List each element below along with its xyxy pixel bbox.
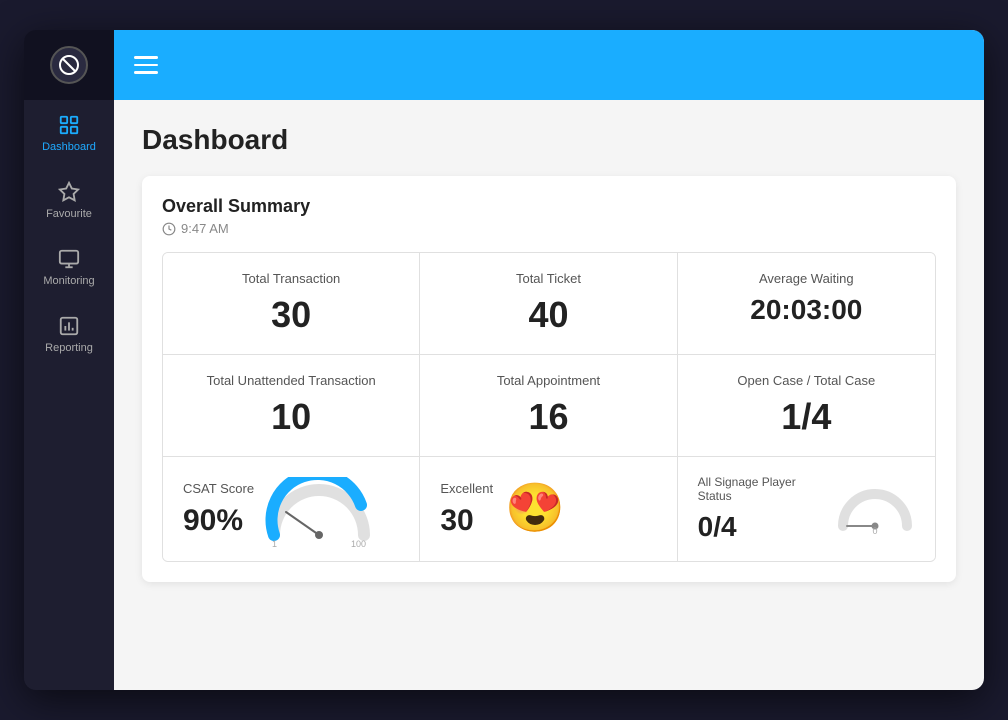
sidebar: Dashboard Favourite Monitoring Repo: [24, 30, 114, 690]
page-content: Dashboard Overall Summary 9:47 AM: [114, 100, 984, 690]
summary-header: Overall Summary 9:47 AM: [162, 196, 936, 236]
stat-label-opencase: Open Case / Total Case: [698, 373, 915, 388]
stat-label-appointment: Total Appointment: [440, 373, 656, 388]
screen-wrapper: Dashboard Favourite Monitoring Repo: [24, 30, 984, 690]
stat-unattended: Total Unattended Transaction 10: [163, 355, 420, 457]
signage-gauge-min: 0: [872, 526, 877, 536]
page-title: Dashboard: [142, 124, 956, 156]
summary-title: Overall Summary: [162, 196, 936, 217]
clock-icon: [162, 222, 176, 236]
logo-icon: [50, 46, 88, 84]
stat-label-ticket: Total Ticket: [440, 271, 656, 286]
menu-button[interactable]: [134, 56, 158, 74]
excellent-label: Excellent: [440, 481, 493, 496]
stat-label-unattended: Total Unattended Transaction: [183, 373, 399, 388]
sidebar-monitoring-label: Monitoring: [43, 275, 94, 287]
sidebar-logo: [24, 30, 114, 100]
signage-label: All Signage Player Status: [698, 475, 825, 503]
stat-excellent: Excellent 30 😍: [420, 457, 677, 561]
stat-value-appointment: 16: [440, 396, 656, 438]
sidebar-item-favourite[interactable]: Favourite: [24, 167, 114, 234]
sidebar-item-monitoring[interactable]: Monitoring: [24, 234, 114, 301]
stat-total-transaction: Total Transaction 30: [163, 253, 420, 355]
stat-value-opencase: 1/4: [698, 396, 915, 438]
stat-appointment: Total Appointment 16: [420, 355, 677, 457]
stat-label-transaction: Total Transaction: [183, 271, 399, 286]
stat-value-unattended: 10: [183, 396, 399, 438]
excellent-value: 30: [440, 504, 493, 538]
stat-value-ticket: 40: [440, 294, 656, 336]
stat-average-waiting: Average Waiting 20:03:00: [678, 253, 935, 355]
sidebar-dashboard-label: Dashboard: [42, 141, 96, 153]
sidebar-item-dashboard[interactable]: Dashboard: [24, 100, 114, 167]
signage-value: 0/4: [698, 511, 825, 543]
sidebar-reporting-label: Reporting: [45, 342, 93, 354]
csat-gauge: 1 100: [264, 477, 374, 542]
summary-card: Overall Summary 9:47 AM Total Transactio…: [142, 176, 956, 582]
excellent-emoji: 😍: [505, 485, 565, 533]
csat-value: 90%: [183, 504, 254, 538]
sidebar-favourite-label: Favourite: [46, 208, 92, 220]
stat-value-transaction: 30: [183, 294, 399, 336]
stat-signage: All Signage Player Status 0/4 0: [678, 457, 935, 561]
gauge-min-label: 1: [272, 539, 277, 549]
stat-open-case: Open Case / Total Case 1/4: [678, 355, 935, 457]
main-content: Dashboard Overall Summary 9:47 AM: [114, 30, 984, 690]
stat-csat: CSAT Score 90%: [163, 457, 420, 561]
gauge-max-label: 100: [351, 539, 366, 549]
signage-gauge: 0: [835, 482, 915, 536]
stat-total-ticket: Total Ticket 40: [420, 253, 677, 355]
sidebar-item-reporting[interactable]: Reporting: [24, 301, 114, 368]
stats-grid: Total Transaction 30 Total Ticket 40 Ave…: [162, 252, 936, 562]
topbar: [114, 30, 984, 100]
stat-value-waiting: 20:03:00: [698, 294, 915, 326]
summary-time: 9:47 AM: [162, 221, 936, 236]
stat-label-waiting: Average Waiting: [698, 271, 915, 286]
csat-label: CSAT Score: [183, 481, 254, 496]
